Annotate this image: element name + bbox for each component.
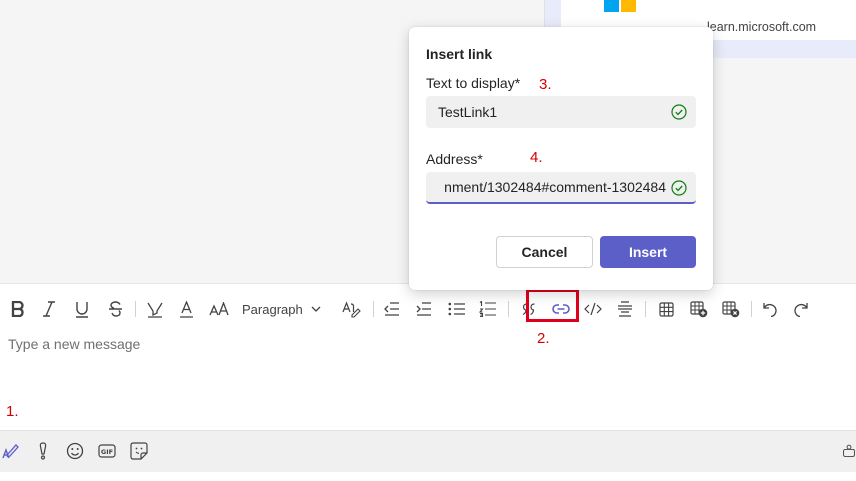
important-icon[interactable] <box>32 440 54 462</box>
link-preview-domain: learn.microsoft.com <box>707 20 817 34</box>
annotation-4: 4. <box>530 149 543 166</box>
address-label: Address* <box>426 151 483 167</box>
numbered-list-icon[interactable] <box>477 296 497 322</box>
paragraph-dropdown-label: Paragraph <box>242 301 303 317</box>
decrease-indent-icon[interactable] <box>382 296 402 322</box>
annotation-2: 2. <box>537 330 550 347</box>
compose-actions-bar: GIF <box>0 430 856 473</box>
bulleted-list-icon[interactable] <box>446 296 466 322</box>
paragraph-dropdown[interactable]: Paragraph <box>242 296 321 322</box>
link-button-highlight <box>526 289 579 322</box>
undo-icon[interactable] <box>760 296 780 322</box>
sticker-icon[interactable] <box>128 440 150 462</box>
underline-icon[interactable] <box>72 296 92 322</box>
annotation-3: 3. <box>539 76 552 93</box>
cancel-button[interactable]: Cancel <box>496 236 593 268</box>
add-table-icon[interactable] <box>688 296 710 322</box>
text-to-display-input[interactable]: TestLink1 <box>426 96 696 128</box>
address-value: nment/1302484#comment-1302484 <box>444 179 666 195</box>
address-input[interactable]: nment/1302484#comment-1302484 <box>426 172 696 204</box>
formatting-toolbar: Paragraph <box>0 296 856 322</box>
dialog-title: Insert link <box>426 46 493 62</box>
bottom-strip <box>0 472 856 481</box>
italic-icon[interactable] <box>39 296 59 322</box>
compose-box: Paragraph 2. Type a new message 1. <box>0 283 856 431</box>
delete-table-icon[interactable] <box>720 296 742 322</box>
strikethrough-icon[interactable] <box>105 296 125 322</box>
annotation-1: 1. <box>6 403 19 420</box>
gif-icon[interactable]: GIF <box>96 440 118 462</box>
insert-link-dialog: Insert link Text to display* 3. TestLink… <box>409 27 713 290</box>
attach-icon[interactable] <box>842 440 856 462</box>
redo-icon[interactable] <box>791 296 811 322</box>
code-snippet-icon[interactable] <box>583 296 603 322</box>
valid-check-icon <box>671 104 687 120</box>
horizontal-rule-icon[interactable] <box>615 296 635 322</box>
font-size-icon[interactable] <box>207 296 231 322</box>
format-style-icon[interactable] <box>340 296 362 322</box>
valid-check-icon <box>671 180 687 196</box>
bold-icon[interactable] <box>8 296 28 322</box>
increase-indent-icon[interactable] <box>414 296 434 322</box>
microsoft-logo-icon <box>604 0 637 12</box>
chevron-down-icon <box>311 306 321 312</box>
text-to-display-label: Text to display* <box>426 75 521 91</box>
text-to-display-value: TestLink1 <box>438 104 498 120</box>
format-pen-icon[interactable] <box>0 440 22 462</box>
message-input[interactable]: Type a new message <box>8 336 140 352</box>
highlight-icon[interactable] <box>144 296 166 322</box>
insert-table-icon[interactable] <box>656 296 676 322</box>
insert-button[interactable]: Insert <box>600 236 696 268</box>
font-color-icon[interactable] <box>176 296 196 322</box>
emoji-icon[interactable] <box>64 440 86 462</box>
svg-text:GIF: GIF <box>101 448 113 456</box>
